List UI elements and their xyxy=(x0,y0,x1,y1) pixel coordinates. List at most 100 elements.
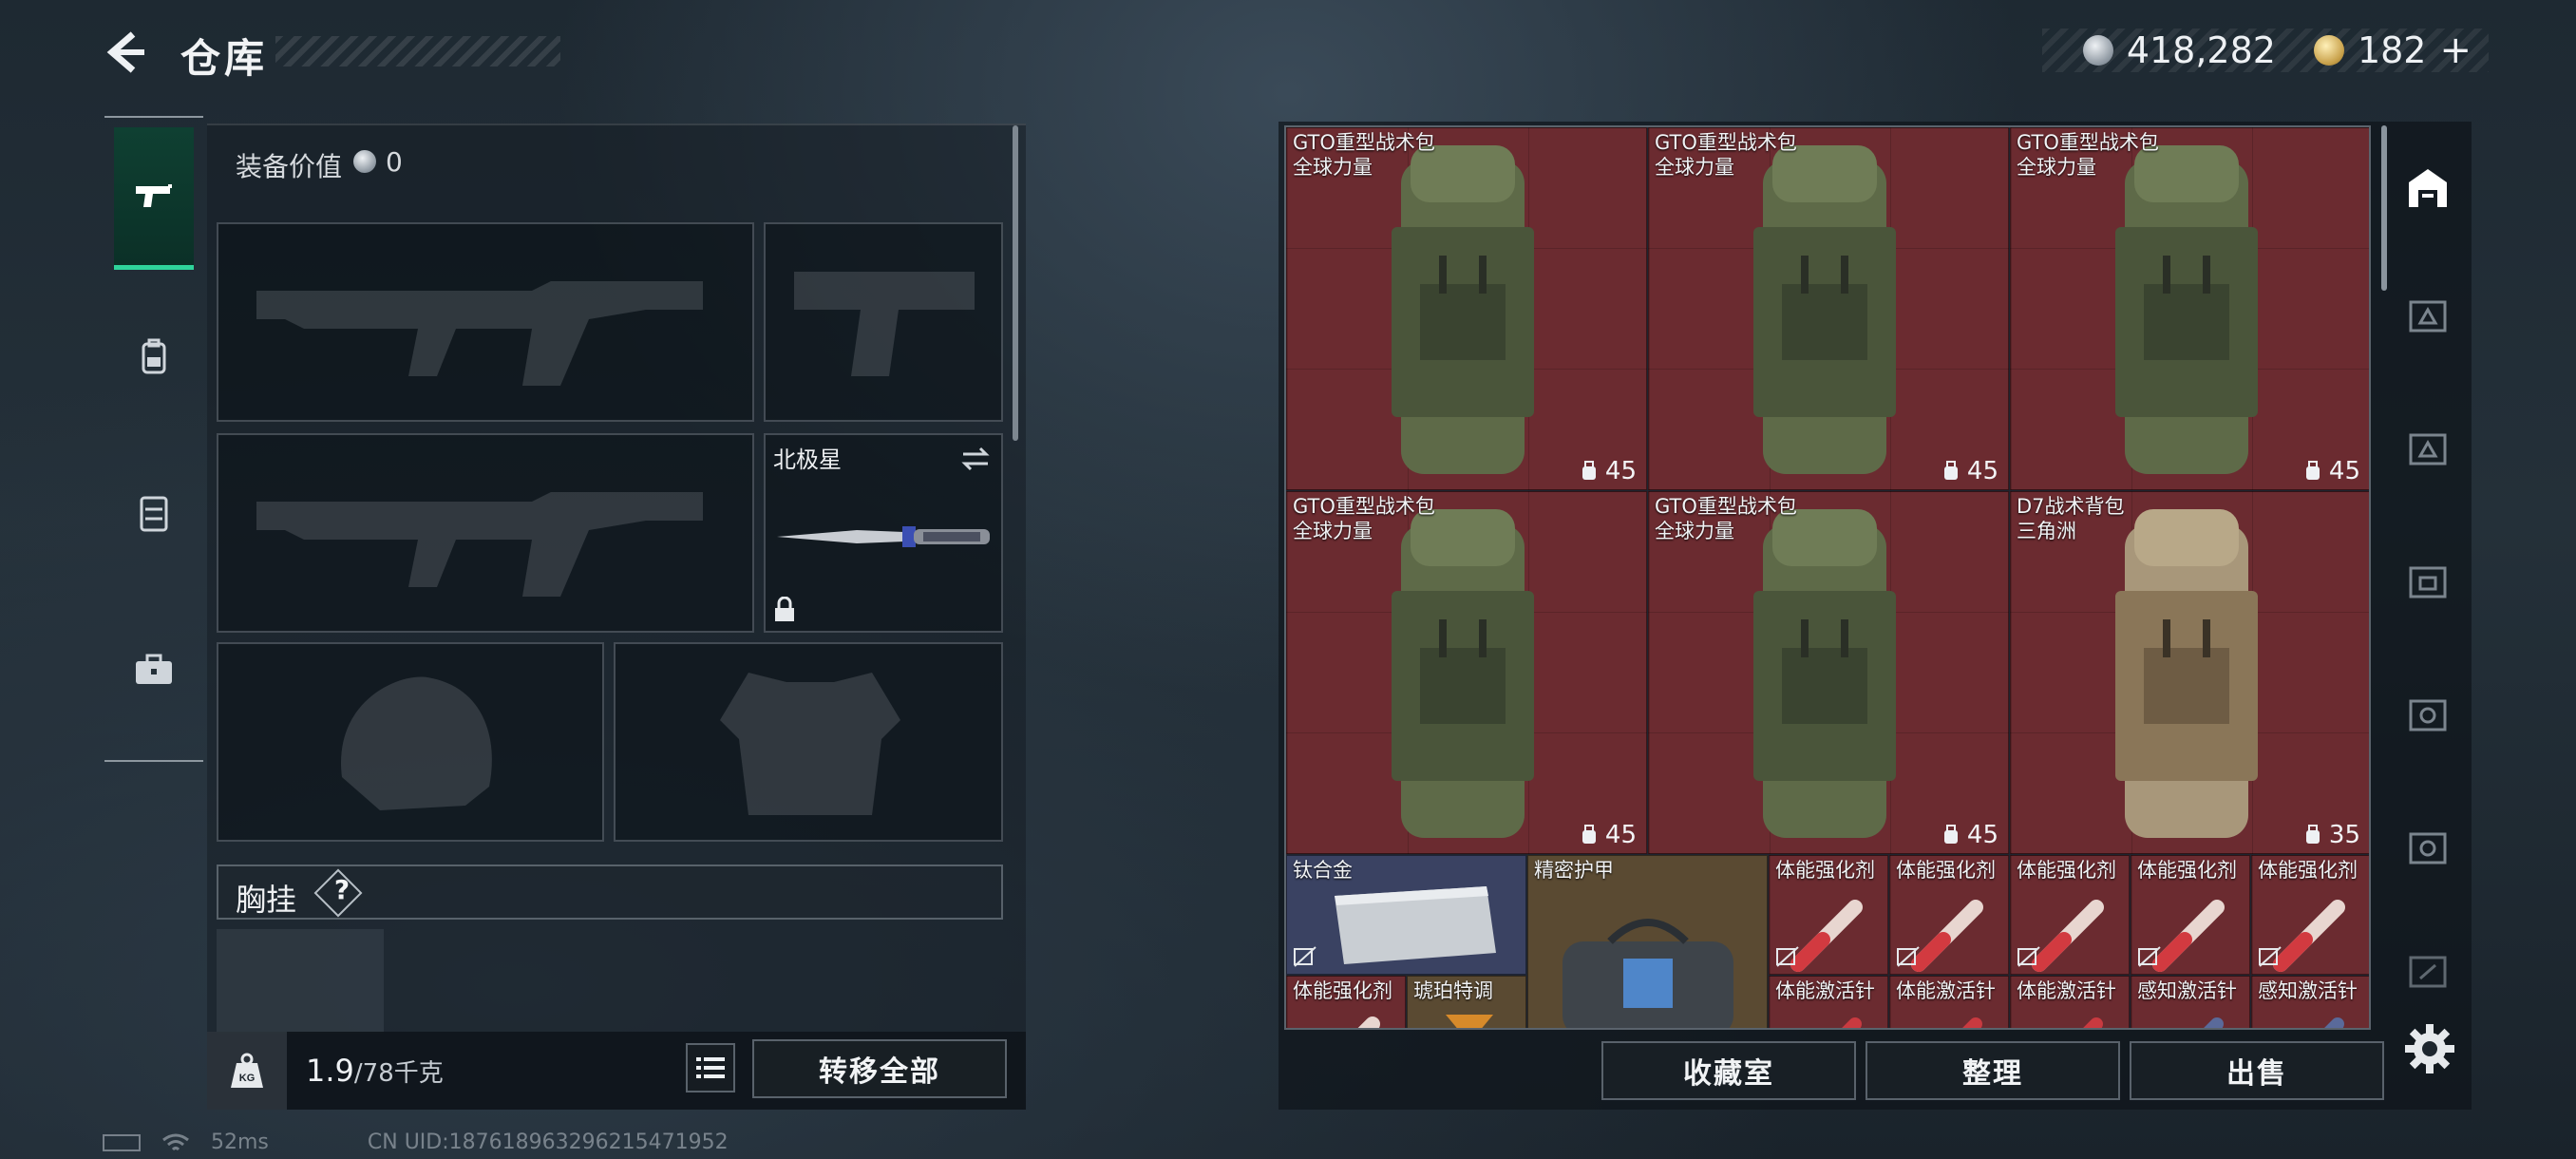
storage-item-armor-kit[interactable]: 精密护甲 xyxy=(1527,855,1768,1028)
backpack-icon xyxy=(142,338,166,374)
item-name: GTO重型战术包 xyxy=(1655,495,1797,518)
item-name: 体能强化剂 xyxy=(2017,859,2116,882)
pistol-icon xyxy=(136,183,172,207)
storage-item-backpack[interactable]: GTO重型战术包 全球力量 45 xyxy=(1648,127,2009,490)
swap-icon[interactable] xyxy=(959,443,992,475)
tab-storage-2[interactable] xyxy=(2397,285,2458,346)
gold-amount: 182 xyxy=(2357,29,2427,71)
no-sale-icon xyxy=(2017,946,2040,967)
organize-button[interactable]: 整理 xyxy=(1866,1041,2120,1100)
capacity-value: 35 xyxy=(2328,821,2360,849)
tab-storage-5[interactable] xyxy=(2397,684,2458,745)
cocktail-icon xyxy=(1446,1015,1493,1028)
chest-rig-label: 胸挂 xyxy=(236,882,297,918)
item-capacity: 45 xyxy=(1581,457,1637,485)
sell-button[interactable]: 出售 xyxy=(2130,1041,2384,1100)
storage-item-injector[interactable]: 体能激活针 xyxy=(1769,976,1888,1028)
backpack-icon xyxy=(1753,145,1896,474)
injector-icon xyxy=(2204,1017,2224,1028)
silver-amount: 418,282 xyxy=(2126,29,2276,71)
storage-item-injector[interactable]: 感知激活针 xyxy=(2131,976,2250,1028)
backpack-icon xyxy=(1753,509,1896,838)
nav-chest-rig[interactable] xyxy=(114,443,194,585)
syringe-icon xyxy=(2032,900,2104,972)
weight-max: /78千克 xyxy=(353,1059,444,1088)
metal-plate-icon xyxy=(1335,886,1496,964)
primary-weapon-slot[interactable] xyxy=(217,222,754,422)
storage-scrollbar[interactable] xyxy=(2381,125,2387,291)
storage-tabs xyxy=(2390,142,2466,1016)
tab-storage-4[interactable] xyxy=(2397,551,2458,612)
capacity-icon xyxy=(2305,825,2320,844)
item-capacity: 45 xyxy=(1581,821,1637,849)
item-name: 体能强化剂 xyxy=(2258,859,2358,882)
item-name: 精密护甲 xyxy=(1534,859,1614,882)
tab-storage-3[interactable] xyxy=(2397,418,2458,479)
ping-readout: 52ms xyxy=(211,1130,269,1154)
storage-item-injector[interactable]: 感知激活针 xyxy=(2251,976,2369,1028)
capacity-icon xyxy=(1582,825,1596,844)
battery-icon xyxy=(103,1133,141,1151)
storage-item-backpack[interactable]: D7战术背包 三角洲 35 xyxy=(2010,491,2369,854)
storage-item-backpack[interactable]: GTO重型战术包 全球力量 45 xyxy=(1286,127,1647,490)
item-brand: 三角洲 xyxy=(2017,520,2076,542)
item-name: GTO重型战术包 xyxy=(1293,131,1435,154)
add-currency-button[interactable]: + xyxy=(2439,28,2472,72)
loadout-scrollbar[interactable] xyxy=(1013,125,1018,441)
storage-item-injector[interactable]: 体能激活针 xyxy=(2010,976,2130,1028)
storage-item-injector[interactable]: 体能激活针 xyxy=(1889,976,2009,1028)
nav-backpack[interactable] xyxy=(114,287,194,429)
tab-storage-7[interactable] xyxy=(2397,940,2458,1001)
body-armor-slot[interactable] xyxy=(614,642,1003,842)
item-name: D7战术背包 xyxy=(2017,495,2125,518)
storage-item-titanium[interactable]: 钛合金 xyxy=(1286,855,1526,975)
storage-item-backpack[interactable]: GTO重型战术包 全球力量 45 xyxy=(1648,491,2009,854)
gear-icon[interactable] xyxy=(2403,1022,2456,1075)
storage-item-backpack[interactable]: GTO重型战术包 全球力量 45 xyxy=(1286,491,1647,854)
syringe-icon xyxy=(1357,1016,1380,1028)
storage-item-stim[interactable]: 体能强化剂 xyxy=(1286,976,1406,1028)
helmet-slot[interactable] xyxy=(217,642,604,842)
storage-grid: GTO重型战术包 全球力量 45 GTO重型战术包 全球力量 45 GTO重型战… xyxy=(1284,125,2371,1030)
status-line: 52ms CN UID:18761896329621547195​2 xyxy=(103,1130,729,1154)
storage-item-stim[interactable]: 体能强化剂 xyxy=(2251,855,2369,975)
tab-storage-main[interactable] xyxy=(2397,158,2458,218)
storage-item-backpack[interactable]: GTO重型战术包 全球力量 45 xyxy=(2010,127,2369,490)
melee-slot[interactable]: 北极星 xyxy=(764,433,1003,633)
left-category-nav xyxy=(104,116,203,762)
capacity-value: 45 xyxy=(2328,457,2360,485)
storage-item-stim[interactable]: 体能强化剂 xyxy=(2131,855,2250,975)
list-view-button[interactable] xyxy=(686,1043,735,1092)
capacity-value: 45 xyxy=(1604,457,1637,485)
syringe-icon xyxy=(1790,900,1863,972)
nav-weapons[interactable] xyxy=(114,127,194,270)
melee-name: 北极星 xyxy=(773,446,842,473)
secondary-weapon-slot[interactable] xyxy=(217,433,754,633)
item-name: 体能强化剂 xyxy=(1896,859,1996,882)
chest-rig-slot[interactable] xyxy=(217,929,384,1034)
sidearm-slot[interactable] xyxy=(764,222,1003,422)
storage-box-icon xyxy=(2409,832,2447,864)
knife-icon xyxy=(777,526,990,547)
storage-item-stim[interactable]: 体能强化剂 xyxy=(1889,855,2009,975)
transfer-all-button[interactable]: 转移全部 xyxy=(752,1039,1007,1098)
injector-icon xyxy=(2324,1017,2344,1028)
list-icon xyxy=(696,1057,725,1078)
nav-toolbox[interactable] xyxy=(114,598,194,741)
tab-storage-6[interactable] xyxy=(2397,817,2458,878)
weight-readout: 1.9/78千克 xyxy=(306,1053,444,1089)
capacity-value: 45 xyxy=(1966,821,1998,849)
storage-box-icon xyxy=(2409,566,2447,598)
collection-room-button[interactable]: 收藏室 xyxy=(1601,1041,1856,1100)
syringe-icon xyxy=(2273,900,2345,972)
storage-item-stim[interactable]: 体能强化剂 xyxy=(1769,855,1888,975)
capacity-value: 45 xyxy=(1966,457,1998,485)
syringe-icon xyxy=(1911,900,1983,972)
storage-item-drink[interactable]: 琥珀特调 xyxy=(1407,976,1526,1028)
silver-coin-icon xyxy=(353,150,376,173)
storage-item-stim[interactable]: 体能强化剂 xyxy=(2010,855,2130,975)
back-arrow-icon[interactable] xyxy=(103,28,150,76)
item-capacity: 35 xyxy=(2304,821,2360,849)
item-name: 感知激活针 xyxy=(2258,979,2358,1002)
rifle-silhouette-icon xyxy=(256,281,703,386)
